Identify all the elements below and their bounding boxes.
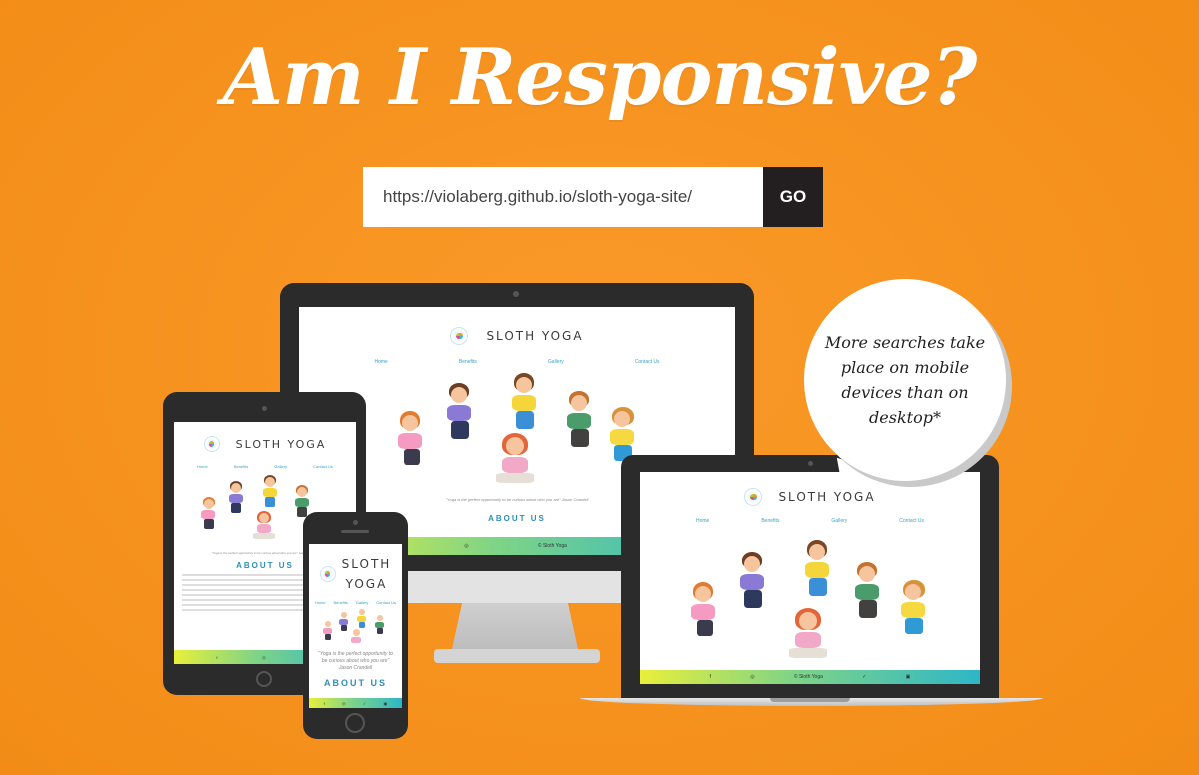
twitter-icon[interactable]: ✓ bbox=[862, 674, 866, 680]
nav-home[interactable]: Home bbox=[375, 359, 388, 365]
go-button[interactable]: GO bbox=[763, 167, 823, 227]
laptop-notch bbox=[770, 698, 850, 702]
nav-benefits[interactable]: Benefits bbox=[761, 518, 779, 524]
desktop-stand bbox=[452, 603, 578, 649]
instagram-icon[interactable]: ◎ bbox=[750, 674, 754, 680]
nav-contact[interactable]: Contact Us bbox=[376, 600, 396, 605]
instagram-icon[interactable]: ◎ bbox=[464, 543, 468, 549]
desktop-camera bbox=[513, 291, 519, 297]
tablet-home-button[interactable] bbox=[256, 671, 272, 687]
nav-contact[interactable]: Contact Us bbox=[313, 464, 333, 469]
phone-screen: SLOTH YOGA Home Benefits Gallery Contact… bbox=[309, 544, 402, 708]
laptop: SLOTH YOGA Home Benefits Gallery Contact… bbox=[580, 455, 1043, 707]
about-heading: ABOUT US bbox=[324, 678, 387, 688]
youtube-icon[interactable]: ▣ bbox=[906, 674, 911, 680]
nav-home[interactable]: Home bbox=[696, 518, 709, 524]
phone-home-button[interactable] bbox=[345, 713, 365, 733]
site-title-line2: YOGA bbox=[345, 577, 388, 591]
nav-gallery[interactable]: Gallery bbox=[356, 600, 369, 605]
site-logo-icon bbox=[203, 436, 220, 452]
nav-benefits[interactable]: Benefits bbox=[333, 600, 347, 605]
site-logo-icon bbox=[744, 488, 763, 506]
facebook-icon[interactable]: f bbox=[710, 674, 711, 680]
page-title: Am I Responsive? bbox=[222, 32, 978, 123]
yoga-kids-illustration bbox=[675, 534, 945, 664]
instagram-icon[interactable]: ◎ bbox=[342, 701, 346, 706]
twitter-icon[interactable]: ✓ bbox=[363, 701, 366, 706]
nav-benefits[interactable]: Benefits bbox=[234, 464, 248, 469]
youtube-icon[interactable]: ▣ bbox=[384, 701, 388, 706]
site-title-line1: SLOTH bbox=[341, 557, 392, 571]
site-nav: Home Benefits Gallery Contact Us bbox=[174, 464, 356, 469]
site-nav: Home Benefits Gallery Contact Us bbox=[309, 600, 402, 605]
tablet-camera bbox=[262, 406, 267, 411]
site-header: SLOTH YOGA bbox=[640, 488, 980, 506]
desktop-base bbox=[434, 649, 600, 663]
site-quote: "Yoga is the perfect opportunity to be c… bbox=[318, 651, 393, 671]
site-footer: f ◎ ✓ ▣ bbox=[309, 698, 402, 708]
url-input[interactable] bbox=[363, 167, 763, 227]
nav-gallery[interactable]: Gallery bbox=[548, 359, 564, 365]
nav-gallery[interactable]: Gallery bbox=[831, 518, 847, 524]
nav-home[interactable]: Home bbox=[315, 600, 326, 605]
site-header: SLOTH YOGA bbox=[309, 554, 402, 594]
nav-contact[interactable]: Contact Us bbox=[899, 518, 924, 524]
footer-credit: © Sloth Yoga bbox=[793, 674, 823, 680]
nav-gallery[interactable]: Gallery bbox=[274, 464, 287, 469]
nav-contact[interactable]: Contact Us bbox=[635, 359, 660, 365]
mobile-stat-bubble: More searches take place on mobile devic… bbox=[804, 279, 1006, 481]
footer-credit: © Sloth Yoga bbox=[537, 543, 567, 549]
site-nav: Home Benefits Gallery Contact Us bbox=[299, 359, 735, 365]
facebook-icon[interactable]: f bbox=[324, 701, 325, 706]
site-logo-icon bbox=[319, 566, 336, 582]
nav-home[interactable]: Home bbox=[197, 464, 208, 469]
url-form: GO bbox=[363, 167, 823, 227]
phone-speaker bbox=[341, 530, 369, 533]
site-title: SLOTH YOGA bbox=[486, 329, 584, 343]
site-header: SLOTH YOGA bbox=[174, 436, 356, 452]
site-logo-icon bbox=[450, 327, 469, 345]
site-title: SLOTH YOGA bbox=[235, 437, 327, 451]
site-title: SLOTH YOGA bbox=[342, 554, 392, 594]
site-header: SLOTH YOGA bbox=[299, 327, 735, 345]
site-title: SLOTH YOGA bbox=[778, 490, 876, 504]
yoga-kids-illustration bbox=[321, 609, 391, 647]
nav-benefits[interactable]: Benefits bbox=[459, 359, 477, 365]
facebook-icon[interactable]: f bbox=[216, 655, 217, 660]
laptop-screen: SLOTH YOGA Home Benefits Gallery Contact… bbox=[640, 472, 980, 684]
laptop-camera bbox=[808, 461, 813, 466]
instagram-icon[interactable]: ◎ bbox=[262, 655, 266, 660]
phone: SLOTH YOGA Home Benefits Gallery Contact… bbox=[303, 512, 408, 739]
phone-camera bbox=[353, 520, 358, 525]
bubble-text: More searches take place on mobile devic… bbox=[824, 333, 986, 427]
site-nav: Home Benefits Gallery Contact Us bbox=[640, 518, 980, 524]
site-footer: f ◎ © Sloth Yoga ✓ ▣ bbox=[640, 670, 980, 684]
